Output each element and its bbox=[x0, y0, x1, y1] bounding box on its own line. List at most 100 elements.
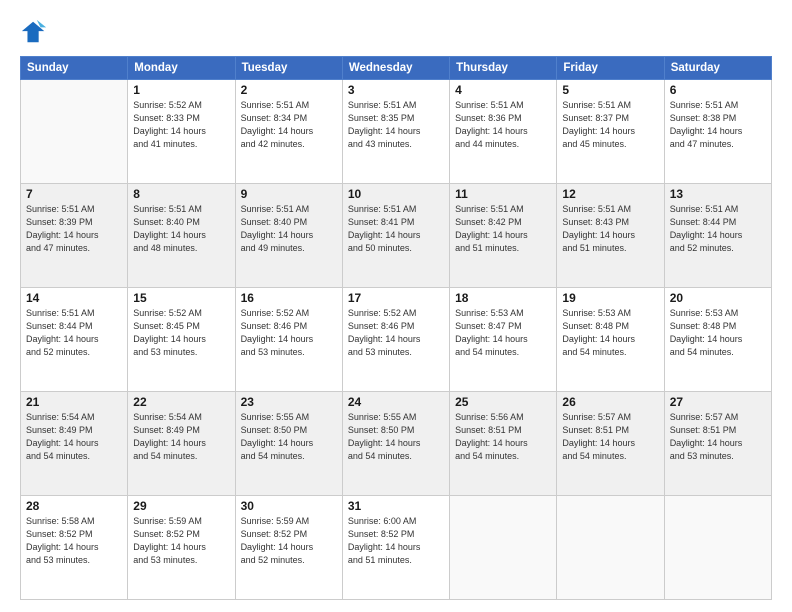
calendar-cell: 21Sunrise: 5:54 AMSunset: 8:49 PMDayligh… bbox=[21, 392, 128, 496]
day-of-week-sunday: Sunday bbox=[21, 57, 128, 80]
day-info: Sunrise: 6:00 AMSunset: 8:52 PMDaylight:… bbox=[348, 515, 444, 567]
logo-icon bbox=[20, 18, 48, 46]
day-info: Sunrise: 5:51 AMSunset: 8:38 PMDaylight:… bbox=[670, 99, 766, 151]
calendar-week-3: 14Sunrise: 5:51 AMSunset: 8:44 PMDayligh… bbox=[21, 288, 772, 392]
calendar-cell: 3 Sunrise: 5:51 AMSunset: 8:35 PMDaylight… bbox=[342, 80, 449, 184]
day-info: Sunrise: 5:52 AMSunset: 8:46 PMDaylight:… bbox=[241, 307, 337, 359]
day-of-week-friday: Friday bbox=[557, 57, 664, 80]
calendar-cell bbox=[21, 80, 128, 184]
day-number: 4 bbox=[455, 83, 551, 97]
calendar-week-2: 7Sunrise: 5:51 AMSunset: 8:39 PMDaylight… bbox=[21, 184, 772, 288]
logo bbox=[20, 18, 52, 46]
calendar-cell: 10 Sunrise: 5:51 AMSunset: 8:41 PMDayligh… bbox=[342, 184, 449, 288]
day-number: 26 bbox=[562, 395, 658, 409]
day-number: 27 bbox=[670, 395, 766, 409]
day-info: Sunrise: 5:51 AMSunset: 8:41 PMDaylight:… bbox=[348, 203, 444, 255]
calendar-cell: 27 Sunrise: 5:57 AMSunset: 8:51 PMDayligh… bbox=[664, 392, 771, 496]
day-info: Sunrise: 5:59 AMSunset: 8:52 PMDaylight:… bbox=[133, 515, 229, 567]
calendar-cell: 30 Sunrise: 5:59 AMSunset: 8:52 PMDayligh… bbox=[235, 496, 342, 600]
calendar-week-4: 21Sunrise: 5:54 AMSunset: 8:49 PMDayligh… bbox=[21, 392, 772, 496]
day-number: 16 bbox=[241, 291, 337, 305]
calendar-cell: 11Sunrise: 5:51 AMSunset: 8:42 PMDayligh… bbox=[450, 184, 557, 288]
day-info: Sunrise: 5:51 AMSunset: 8:44 PMDaylight:… bbox=[26, 307, 122, 359]
day-info: Sunrise: 5:51 AMSunset: 8:37 PMDaylight:… bbox=[562, 99, 658, 151]
calendar-cell: 16 Sunrise: 5:52 AMSunset: 8:46 PMDayligh… bbox=[235, 288, 342, 392]
day-number: 17 bbox=[348, 291, 444, 305]
calendar-cell: 1Sunrise: 5:52 AMSunset: 8:33 PMDaylight… bbox=[128, 80, 235, 184]
calendar-week-5: 28 Sunrise: 5:58 AMSunset: 8:52 PMDayligh… bbox=[21, 496, 772, 600]
calendar-cell: 29 Sunrise: 5:59 AMSunset: 8:52 PMDayligh… bbox=[128, 496, 235, 600]
day-info: Sunrise: 5:58 AMSunset: 8:52 PMDaylight:… bbox=[26, 515, 122, 567]
calendar-cell: 28 Sunrise: 5:58 AMSunset: 8:52 PMDayligh… bbox=[21, 496, 128, 600]
day-number: 12 bbox=[562, 187, 658, 201]
day-info: Sunrise: 5:51 AMSunset: 8:40 PMDaylight:… bbox=[133, 203, 229, 255]
day-number: 6 bbox=[670, 83, 766, 97]
day-number: 31 bbox=[348, 499, 444, 513]
day-info: Sunrise: 5:51 AMSunset: 8:42 PMDaylight:… bbox=[455, 203, 551, 255]
day-info: Sunrise: 5:51 AMSunset: 8:40 PMDaylight:… bbox=[241, 203, 337, 255]
day-info: Sunrise: 5:51 AMSunset: 8:39 PMDaylight:… bbox=[26, 203, 122, 255]
calendar-cell: 25 Sunrise: 5:56 AMSunset: 8:51 PMDayligh… bbox=[450, 392, 557, 496]
day-number: 23 bbox=[241, 395, 337, 409]
day-info: Sunrise: 5:52 AMSunset: 8:45 PMDaylight:… bbox=[133, 307, 229, 359]
day-number: 8 bbox=[133, 187, 229, 201]
day-number: 13 bbox=[670, 187, 766, 201]
page: SundayMondayTuesdayWednesdayThursdayFrid… bbox=[0, 0, 792, 612]
day-number: 24 bbox=[348, 395, 444, 409]
day-number: 25 bbox=[455, 395, 551, 409]
day-number: 30 bbox=[241, 499, 337, 513]
day-number: 15 bbox=[133, 291, 229, 305]
day-number: 20 bbox=[670, 291, 766, 305]
day-number: 5 bbox=[562, 83, 658, 97]
calendar-cell: 20 Sunrise: 5:53 AMSunset: 8:48 PMDayligh… bbox=[664, 288, 771, 392]
day-info: Sunrise: 5:51 AMSunset: 8:35 PMDaylight:… bbox=[348, 99, 444, 151]
day-info: Sunrise: 5:53 AMSunset: 8:48 PMDaylight:… bbox=[670, 307, 766, 359]
day-number: 29 bbox=[133, 499, 229, 513]
calendar-cell: 9 Sunrise: 5:51 AMSunset: 8:40 PMDaylight… bbox=[235, 184, 342, 288]
day-of-week-monday: Monday bbox=[128, 57, 235, 80]
calendar-cell: 8 Sunrise: 5:51 AMSunset: 8:40 PMDaylight… bbox=[128, 184, 235, 288]
calendar-cell: 31 Sunrise: 6:00 AMSunset: 8:52 PMDayligh… bbox=[342, 496, 449, 600]
day-of-week-wednesday: Wednesday bbox=[342, 57, 449, 80]
calendar-cell: 24Sunrise: 5:55 AMSunset: 8:50 PMDayligh… bbox=[342, 392, 449, 496]
calendar-cell: 26 Sunrise: 5:57 AMSunset: 8:51 PMDayligh… bbox=[557, 392, 664, 496]
day-of-week-thursday: Thursday bbox=[450, 57, 557, 80]
day-number: 9 bbox=[241, 187, 337, 201]
day-info: Sunrise: 5:57 AMSunset: 8:51 PMDaylight:… bbox=[562, 411, 658, 463]
day-info: Sunrise: 5:59 AMSunset: 8:52 PMDaylight:… bbox=[241, 515, 337, 567]
calendar-cell: 7Sunrise: 5:51 AMSunset: 8:39 PMDaylight… bbox=[21, 184, 128, 288]
calendar-cell: 15 Sunrise: 5:52 AMSunset: 8:45 PMDayligh… bbox=[128, 288, 235, 392]
day-number: 10 bbox=[348, 187, 444, 201]
day-number: 22 bbox=[133, 395, 229, 409]
calendar-cell: 4 Sunrise: 5:51 AMSunset: 8:36 PMDaylight… bbox=[450, 80, 557, 184]
day-info: Sunrise: 5:55 AMSunset: 8:50 PMDaylight:… bbox=[241, 411, 337, 463]
day-of-week-saturday: Saturday bbox=[664, 57, 771, 80]
calendar-cell: 5 Sunrise: 5:51 AMSunset: 8:37 PMDaylight… bbox=[557, 80, 664, 184]
calendar-cell: 18Sunrise: 5:53 AMSunset: 8:47 PMDayligh… bbox=[450, 288, 557, 392]
calendar-cell: 23 Sunrise: 5:55 AMSunset: 8:50 PMDayligh… bbox=[235, 392, 342, 496]
calendar-cell: 6 Sunrise: 5:51 AMSunset: 8:38 PMDaylight… bbox=[664, 80, 771, 184]
calendar-cell: 13Sunrise: 5:51 AMSunset: 8:44 PMDayligh… bbox=[664, 184, 771, 288]
calendar-week-1: 1Sunrise: 5:52 AMSunset: 8:33 PMDaylight… bbox=[21, 80, 772, 184]
calendar-cell: 17 Sunrise: 5:52 AMSunset: 8:46 PMDayligh… bbox=[342, 288, 449, 392]
day-info: Sunrise: 5:57 AMSunset: 8:51 PMDaylight:… bbox=[670, 411, 766, 463]
day-number: 3 bbox=[348, 83, 444, 97]
calendar-cell bbox=[664, 496, 771, 600]
day-info: Sunrise: 5:54 AMSunset: 8:49 PMDaylight:… bbox=[133, 411, 229, 463]
day-number: 2 bbox=[241, 83, 337, 97]
calendar-cell: 22 Sunrise: 5:54 AMSunset: 8:49 PMDayligh… bbox=[128, 392, 235, 496]
calendar-cell bbox=[450, 496, 557, 600]
day-number: 18 bbox=[455, 291, 551, 305]
calendar-header-row: SundayMondayTuesdayWednesdayThursdayFrid… bbox=[21, 57, 772, 80]
day-info: Sunrise: 5:52 AMSunset: 8:46 PMDaylight:… bbox=[348, 307, 444, 359]
calendar-cell bbox=[557, 496, 664, 600]
day-info: Sunrise: 5:56 AMSunset: 8:51 PMDaylight:… bbox=[455, 411, 551, 463]
day-info: Sunrise: 5:51 AMSunset: 8:43 PMDaylight:… bbox=[562, 203, 658, 255]
day-number: 28 bbox=[26, 499, 122, 513]
calendar-cell: 14Sunrise: 5:51 AMSunset: 8:44 PMDayligh… bbox=[21, 288, 128, 392]
day-number: 1 bbox=[133, 83, 229, 97]
calendar-cell: 12 Sunrise: 5:51 AMSunset: 8:43 PMDayligh… bbox=[557, 184, 664, 288]
day-info: Sunrise: 5:53 AMSunset: 8:48 PMDaylight:… bbox=[562, 307, 658, 359]
day-info: Sunrise: 5:51 AMSunset: 8:36 PMDaylight:… bbox=[455, 99, 551, 151]
calendar-cell: 19Sunrise: 5:53 AMSunset: 8:48 PMDayligh… bbox=[557, 288, 664, 392]
